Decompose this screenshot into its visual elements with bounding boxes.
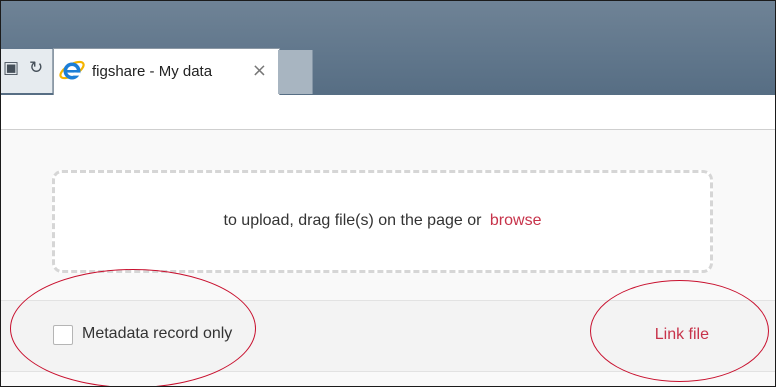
new-tab-button[interactable]	[278, 50, 313, 94]
browser-tab[interactable]: figshare - My data ×	[53, 48, 280, 95]
tab-title: figshare - My data	[92, 63, 213, 80]
browse-link[interactable]: browse	[490, 212, 542, 229]
browser-command-bar	[1, 95, 775, 130]
annotation-circle-metadata	[10, 269, 256, 386]
screenshot-frame: ▣ ↻ figshare - My data × to upload, drag…	[0, 0, 776, 387]
upload-instructions: to upload, drag file(s) on the page or b…	[55, 212, 710, 230]
internet-explorer-icon	[59, 60, 85, 80]
compatibility-view-icon[interactable]: ▣	[3, 58, 19, 78]
tab-close-icon[interactable]: ×	[252, 60, 267, 81]
refresh-icon[interactable]: ↻	[29, 58, 43, 78]
file-drop-zone[interactable]: to upload, drag file(s) on the page or b…	[52, 170, 713, 273]
upload-prompt-text: to upload, drag file(s) on the page or	[223, 212, 482, 229]
browser-tab-strip: ▣ ↻ figshare - My data ×	[1, 1, 775, 97]
annotation-circle-link-file	[590, 280, 769, 382]
browser-address-buttons: ▣ ↻	[1, 49, 53, 93]
